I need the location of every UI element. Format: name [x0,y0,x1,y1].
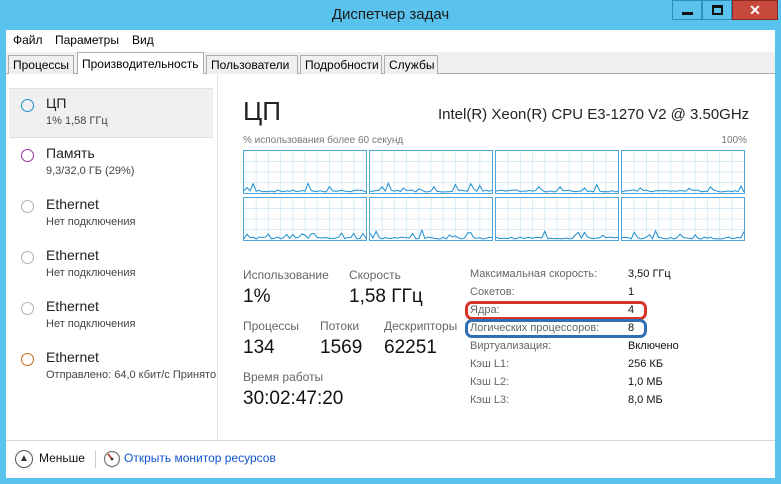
uptime-label: Время работы [243,370,324,384]
spec-value: 3,50 ГГц [628,268,671,280]
processes-value: 134 [243,337,275,358]
sidebar-item-name: Ethernet [46,196,99,212]
tab-services[interactable]: Службы [384,55,438,74]
graph-caption: % использования более 60 секунд [243,135,404,146]
core-graph [621,197,745,241]
sidebar-item-detail: Отправлено: 64,0 кбит/с Принято [46,369,216,381]
core-graph [369,150,493,194]
spec-value: 256 КБ [628,358,664,370]
menu-file[interactable]: Файл [13,33,43,47]
tab-strip: Процессы Производительность Пользователи… [6,52,775,75]
core-graph [621,150,745,194]
sidebar-item-name: Память [46,145,95,161]
handles-value: 62251 [384,337,437,358]
maximize-icon [712,5,723,15]
sidebar-item-detail: 9,3/32,0 ГБ (29%) [46,165,135,177]
sidebar-item-detail: Нет подключения [46,267,136,279]
memory-indicator-icon [21,149,34,162]
core-graph [495,197,619,241]
core-graph [243,197,367,241]
sidebar-item-detail: 1% 1,58 ГГц [46,115,108,127]
sidebar-item-name: ЦП [46,95,67,111]
sidebar-item-name: Ethernet [46,247,99,263]
open-resource-monitor-link[interactable]: Открыть монитор ресурсов [124,451,276,465]
uptime-value: 30:02:47:20 [243,388,344,409]
logical-processors-highlight [465,319,647,338]
cpu-indicator-icon [21,99,34,112]
handles-label: Дескрипторы [384,319,458,333]
close-icon: ✕ [749,2,761,18]
processes-label: Процессы [243,319,300,333]
maximize-button[interactable] [702,0,732,20]
threads-value: 1569 [320,337,363,358]
usage-label: Использование [243,268,329,282]
sidebar-item-cpu[interactable]: ЦП 1% 1,58 ГГц [9,88,213,138]
ethernet-indicator-icon [21,302,34,315]
ethernet-indicator-icon [21,251,34,264]
core-graph [369,197,493,241]
tab-performance[interactable]: Производительность [77,52,204,75]
spec-label: Кэш L1: [470,358,510,370]
spec-label: Виртуализация: [470,340,552,352]
tab-details[interactable]: Подробности [300,55,382,74]
sidebar-item-name: Ethernet [46,349,99,365]
minimize-icon [682,12,693,15]
title-bar: Диспетчер задач ✕ [0,0,781,30]
spec-value: Включено [628,340,679,352]
sidebar-item-memory[interactable]: Память 9,3/32,0 ГБ (29%) [9,139,213,189]
sidebar-item-detail: Нет подключения [46,216,136,228]
graph-max-label: 100% [721,135,747,146]
core-graph [243,150,367,194]
fewer-details-button[interactable]: Меньше [39,451,85,465]
bottom-bar: ▲ Меньше Открыть монитор ресурсов [6,440,775,478]
separator [95,450,96,468]
minimize-button[interactable] [672,0,702,20]
spec-label: Сокетов: [470,286,515,298]
tab-processes[interactable]: Процессы [8,55,74,74]
sidebar-item-ethernet-2[interactable]: Ethernet Нет подключения [9,241,213,291]
spec-value: 8,0 МБ [628,394,663,406]
sidebar-item-ethernet-1[interactable]: Ethernet Нет подключения [9,190,213,240]
core-graph [495,150,619,194]
sidebar-item-name: Ethernet [46,298,99,314]
tab-users[interactable]: Пользователи [206,55,298,74]
window-title: Диспетчер задач [331,6,450,23]
sidebar-item-ethernet-3[interactable]: Ethernet Нет подключения [9,292,213,342]
spec-label: Максимальная скорость: [470,268,598,280]
spec-value: 1 [628,286,635,298]
menu-options[interactable]: Параметры [55,33,119,47]
spec-label: Кэш L2: [470,376,510,388]
close-button[interactable]: ✕ [732,0,778,20]
sidebar-item-detail: Нет подключения [46,318,136,330]
cores-highlight [465,301,647,320]
usage-value: 1% [243,286,271,307]
chevron-up-icon[interactable]: ▲ [15,450,33,468]
sidebar-item-ethernet-4[interactable]: Ethernet Отправлено: 64,0 кбит/с Принято [9,343,216,393]
task-manager-window: Файл Параметры Вид Процессы Производител… [6,30,775,478]
threads-label: Потоки [320,319,360,333]
speed-value: 1,58 ГГц [349,286,423,307]
ethernet-indicator-icon [21,200,34,213]
resource-monitor-icon [103,450,121,468]
menu-view[interactable]: Вид [132,33,154,47]
page-title: ЦП [243,96,281,126]
speed-label: Скорость [349,268,401,282]
resource-sidebar: ЦП 1% 1,58 ГГц Память 9,3/32,0 ГБ (29%) … [6,74,218,440]
spec-label: Кэш L3: [470,394,510,406]
menu-bar: Файл Параметры Вид [6,30,775,52]
spec-value: 1,0 МБ [628,376,663,388]
ethernet-indicator-icon [21,353,34,366]
cpu-model-name: Intel(R) Xeon(R) CPU E3-1270 V2 @ 3.50GH… [438,106,750,123]
